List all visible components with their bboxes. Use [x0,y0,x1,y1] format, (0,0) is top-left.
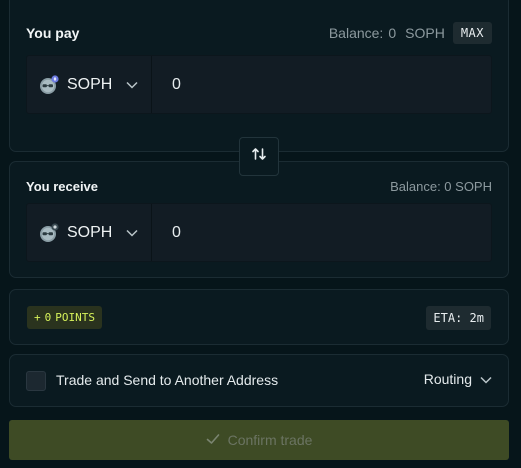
points-label: POINTS [55,311,95,324]
pay-token-name: SOPH [67,75,113,93]
check-icon [206,432,220,448]
confirm-trade-label: Confirm trade [227,432,313,448]
points-card: + 0 POINTS ETA: 2m [9,289,509,345]
pay-balance-label: Balance: [328,25,384,41]
receive-amount-input[interactable]: 0 [152,204,491,261]
pay-card: You pay Balance: 0 SOPH MAX SOPH 0 [9,0,509,152]
send-to-address-checkbox[interactable] [26,371,46,391]
pay-balance: Balance: 0 SOPH MAX [329,22,492,44]
points-badge: + 0 POINTS [27,306,102,329]
swap-direction-button[interactable] [239,137,279,176]
chevron-down-icon [480,371,492,387]
receive-balance: Balance: 0 SOPH [390,179,492,194]
address-card: Trade and Send to Another Address Routin… [9,354,509,407]
pay-balance-value: 0 [388,25,397,41]
pay-token-select[interactable]: SOPH [27,56,152,113]
pay-token-row: SOPH 0 [26,55,492,114]
max-button[interactable]: MAX [452,22,492,44]
pay-balance-token: SOPH [405,25,445,41]
pay-amount-input[interactable]: 0 [152,56,491,113]
points-plus: + [34,311,41,324]
receive-token-select[interactable]: SOPH [27,204,152,261]
trade-widget: You pay Balance: 0 SOPH MAX SOPH 0 You r… [0,0,521,468]
soph-token-icon [39,222,59,243]
receive-label: You receive [26,179,99,194]
soph-token-icon [39,74,59,95]
receive-token-name: SOPH [67,223,113,241]
send-to-address-label[interactable]: Trade and Send to Another Address [56,372,278,388]
routing-toggle[interactable]: Routing [424,371,492,387]
pay-label: You pay [26,25,80,41]
receive-header: You receive Balance: 0 SOPH [26,179,492,194]
eta-badge: ETA: 2m [426,306,491,330]
routing-label: Routing [423,371,472,387]
chevron-down-icon [126,76,138,94]
points-value: 0 [44,311,52,324]
confirm-trade-button[interactable]: Confirm trade [9,420,509,460]
swap-arrows-icon [251,146,267,167]
chevron-down-icon [126,224,138,242]
receive-card: You receive Balance: 0 SOPH SOPH 0 [9,161,509,278]
receive-token-row: SOPH 0 [26,203,492,262]
pay-header: You pay Balance: 0 SOPH MAX [26,22,492,44]
